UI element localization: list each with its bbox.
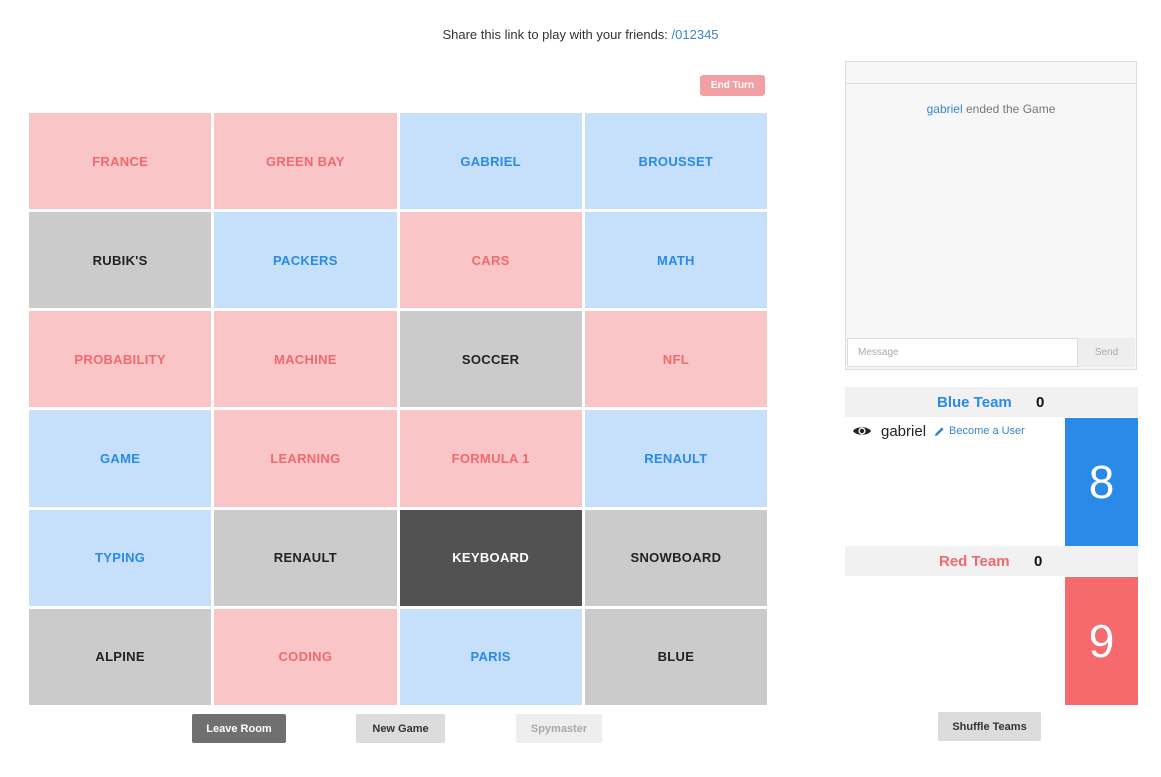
card-blue[interactable]: MATH (584, 212, 767, 309)
become-user-link[interactable]: Become a User (934, 425, 1025, 437)
become-user-label: Become a User (949, 425, 1025, 437)
message-input[interactable] (847, 338, 1078, 367)
card-red[interactable]: PROBABILITY (29, 311, 212, 408)
red-team-header: Red Team 0 (845, 546, 1138, 576)
card-neutral[interactable]: SOCCER (399, 311, 582, 408)
game-board: FRANCE GREEN BAY GABRIEL BROUSSET RUBIK'S PAC… (29, 113, 767, 705)
card-red[interactable]: LEARNING (214, 410, 397, 507)
card-blue[interactable]: GABRIEL (399, 113, 582, 210)
red-team-count: 0 (1034, 553, 1043, 570)
send-button[interactable]: Send (1078, 338, 1135, 367)
card-blue[interactable]: TYPING (29, 509, 212, 606)
card-red[interactable]: MACHINE (214, 311, 397, 408)
card-red[interactable]: NFL (584, 311, 767, 408)
chat-panel: gabriel ended the Game Send (845, 61, 1137, 370)
share-link-banner: Share this link to play with your friend… (0, 27, 1161, 42)
card-red[interactable]: CARS (399, 212, 582, 309)
card-neutral[interactable]: SNOWBOARD (584, 509, 767, 606)
card-red[interactable]: GREEN BAY (214, 113, 397, 210)
chat-log-user[interactable]: gabriel (927, 102, 963, 116)
card-neutral[interactable]: RENAULT (214, 509, 397, 606)
card-blue[interactable]: RENAULT (584, 410, 767, 507)
end-turn-button[interactable]: End Turn (700, 75, 765, 96)
card-neutral[interactable]: RUBIK'S (29, 212, 212, 309)
leave-room-button[interactable]: Leave Room (192, 714, 286, 743)
chat-log: gabriel ended the Game (846, 84, 1136, 116)
card-blue[interactable]: PARIS (399, 608, 582, 705)
spymaster-button[interactable]: Spymaster (516, 714, 602, 743)
card-blue[interactable]: BROUSSET (584, 113, 767, 210)
red-team-name: Red Team (939, 553, 1010, 570)
card-red[interactable]: CODING (214, 608, 397, 705)
blue-score: 8 (1065, 418, 1138, 546)
card-blue[interactable]: GAME (29, 410, 212, 507)
new-game-button[interactable]: New Game (356, 714, 445, 743)
red-score: 9 (1065, 577, 1138, 705)
eye-icon[interactable] (852, 424, 872, 438)
card-neutral[interactable]: ALPINE (29, 608, 212, 705)
chat-log-text: ended the Game (962, 102, 1056, 116)
shuffle-teams-button[interactable]: Shuffle Teams (938, 712, 1041, 741)
card-neutral[interactable]: BLUE (584, 608, 767, 705)
chat-input-row: Send (847, 338, 1135, 367)
blue-team-name: Blue Team (937, 394, 1012, 411)
blue-team-header: Blue Team 0 (845, 387, 1138, 417)
share-link[interactable]: /012345 (672, 27, 719, 42)
card-blue[interactable]: PACKERS (214, 212, 397, 309)
player-row: gabriel Become a User (852, 421, 1025, 441)
chat-header (846, 62, 1136, 84)
share-text: Share this link to play with your friend… (442, 27, 668, 42)
player-name: gabriel (881, 422, 927, 440)
blue-team-count: 0 (1036, 394, 1045, 411)
pencil-icon (934, 426, 944, 436)
card-red[interactable]: FRANCE (29, 113, 212, 210)
card-assassin[interactable]: KEYBOARD (399, 509, 582, 606)
card-red[interactable]: FORMULA 1 (399, 410, 582, 507)
